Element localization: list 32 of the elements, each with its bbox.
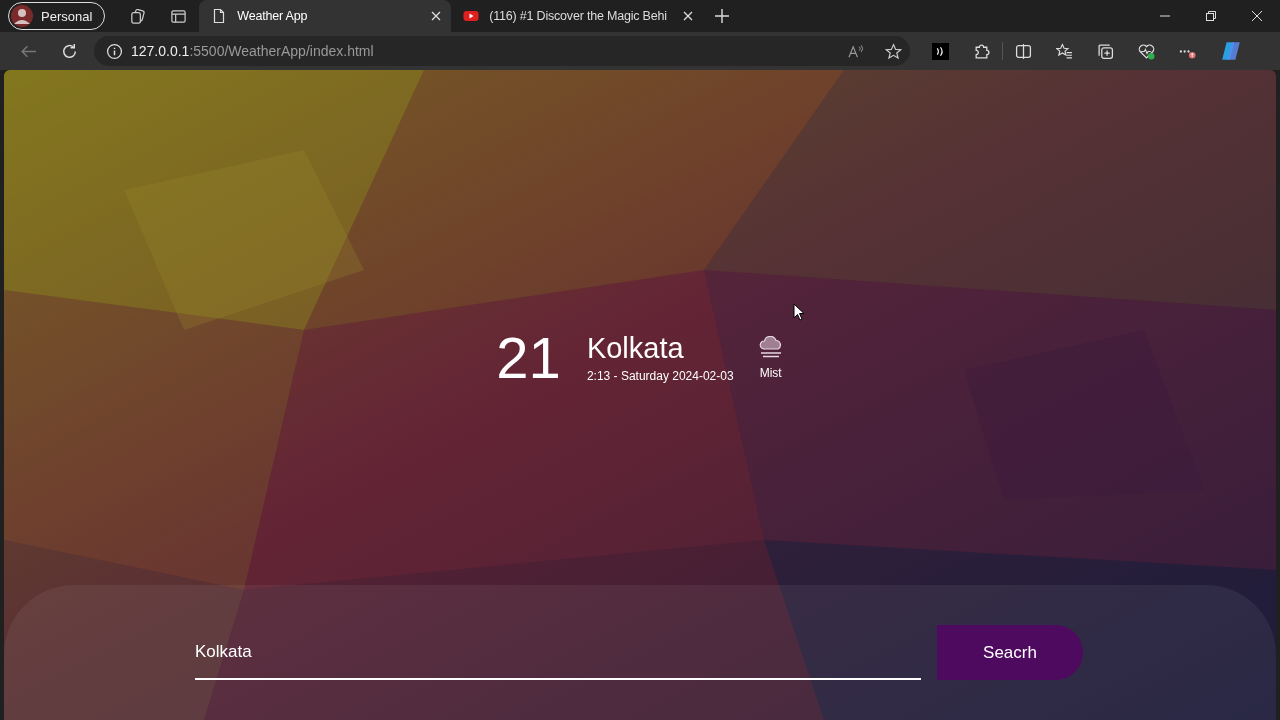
restore-icon[interactable] bbox=[1206, 11, 1216, 21]
temperature: 21 bbox=[496, 324, 561, 391]
extension-icon[interactable] bbox=[932, 42, 949, 60]
read-aloud-icon[interactable] bbox=[848, 42, 865, 60]
search-button[interactable]: Seacrh bbox=[937, 625, 1083, 680]
split-screen-icon[interactable] bbox=[1015, 42, 1032, 60]
refresh-icon[interactable] bbox=[61, 42, 78, 60]
tab-actions-icon[interactable] bbox=[170, 7, 188, 25]
close-icon[interactable] bbox=[1252, 11, 1262, 21]
search-field[interactable]: Kolkata bbox=[195, 625, 921, 680]
star-icon[interactable] bbox=[885, 42, 902, 60]
browser-tab[interactable]: (116) #1 Discover the Magic Behi bbox=[451, 0, 704, 32]
close-icon[interactable] bbox=[431, 11, 442, 21]
collections-icon[interactable] bbox=[1097, 42, 1114, 60]
puzzle-icon[interactable] bbox=[973, 42, 990, 60]
workspaces-icon[interactable] bbox=[129, 7, 147, 25]
mist-icon bbox=[757, 335, 784, 358]
copilot-icon[interactable] bbox=[1220, 40, 1242, 62]
new-tab-icon[interactable] bbox=[715, 9, 730, 23]
url-text: 127.0.0.1:5500/WeatherApp/index.html bbox=[131, 43, 374, 59]
video-icon bbox=[463, 8, 480, 24]
cursor-icon bbox=[793, 303, 805, 321]
browser-tab[interactable]: Weather App bbox=[199, 0, 452, 32]
favorites-icon[interactable] bbox=[1056, 42, 1073, 60]
city-name: Kolkata bbox=[586, 332, 685, 365]
address-bar[interactable]: 127.0.0.1:5500/WeatherApp/index.html bbox=[94, 36, 910, 66]
close-icon[interactable] bbox=[683, 11, 694, 21]
health-icon[interactable] bbox=[1138, 42, 1155, 60]
info-icon bbox=[106, 42, 123, 60]
date-time: 2:13 - Saturday 2024-02-03 bbox=[586, 369, 734, 383]
weather-condition: Mist bbox=[759, 365, 782, 380]
avatar-icon bbox=[11, 5, 33, 27]
